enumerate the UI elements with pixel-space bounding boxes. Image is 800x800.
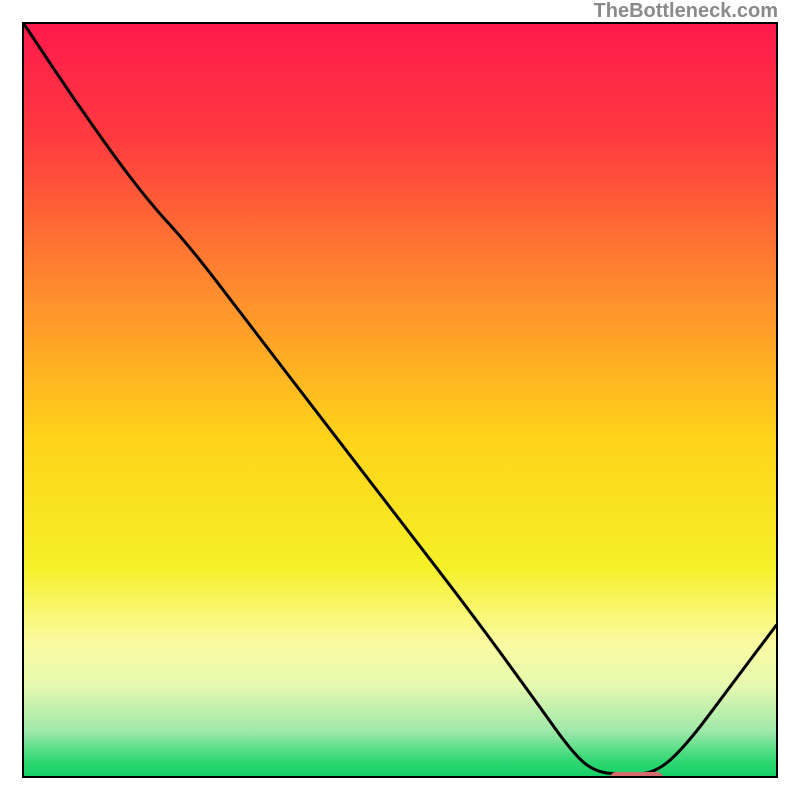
bottleneck-curve	[24, 24, 776, 774]
chart-container: TheBottleneck.com	[0, 0, 800, 800]
highlight-marker	[610, 772, 663, 778]
curve-layer	[24, 24, 776, 776]
plot-area	[22, 22, 778, 778]
watermark-text: TheBottleneck.com	[594, 0, 778, 23]
